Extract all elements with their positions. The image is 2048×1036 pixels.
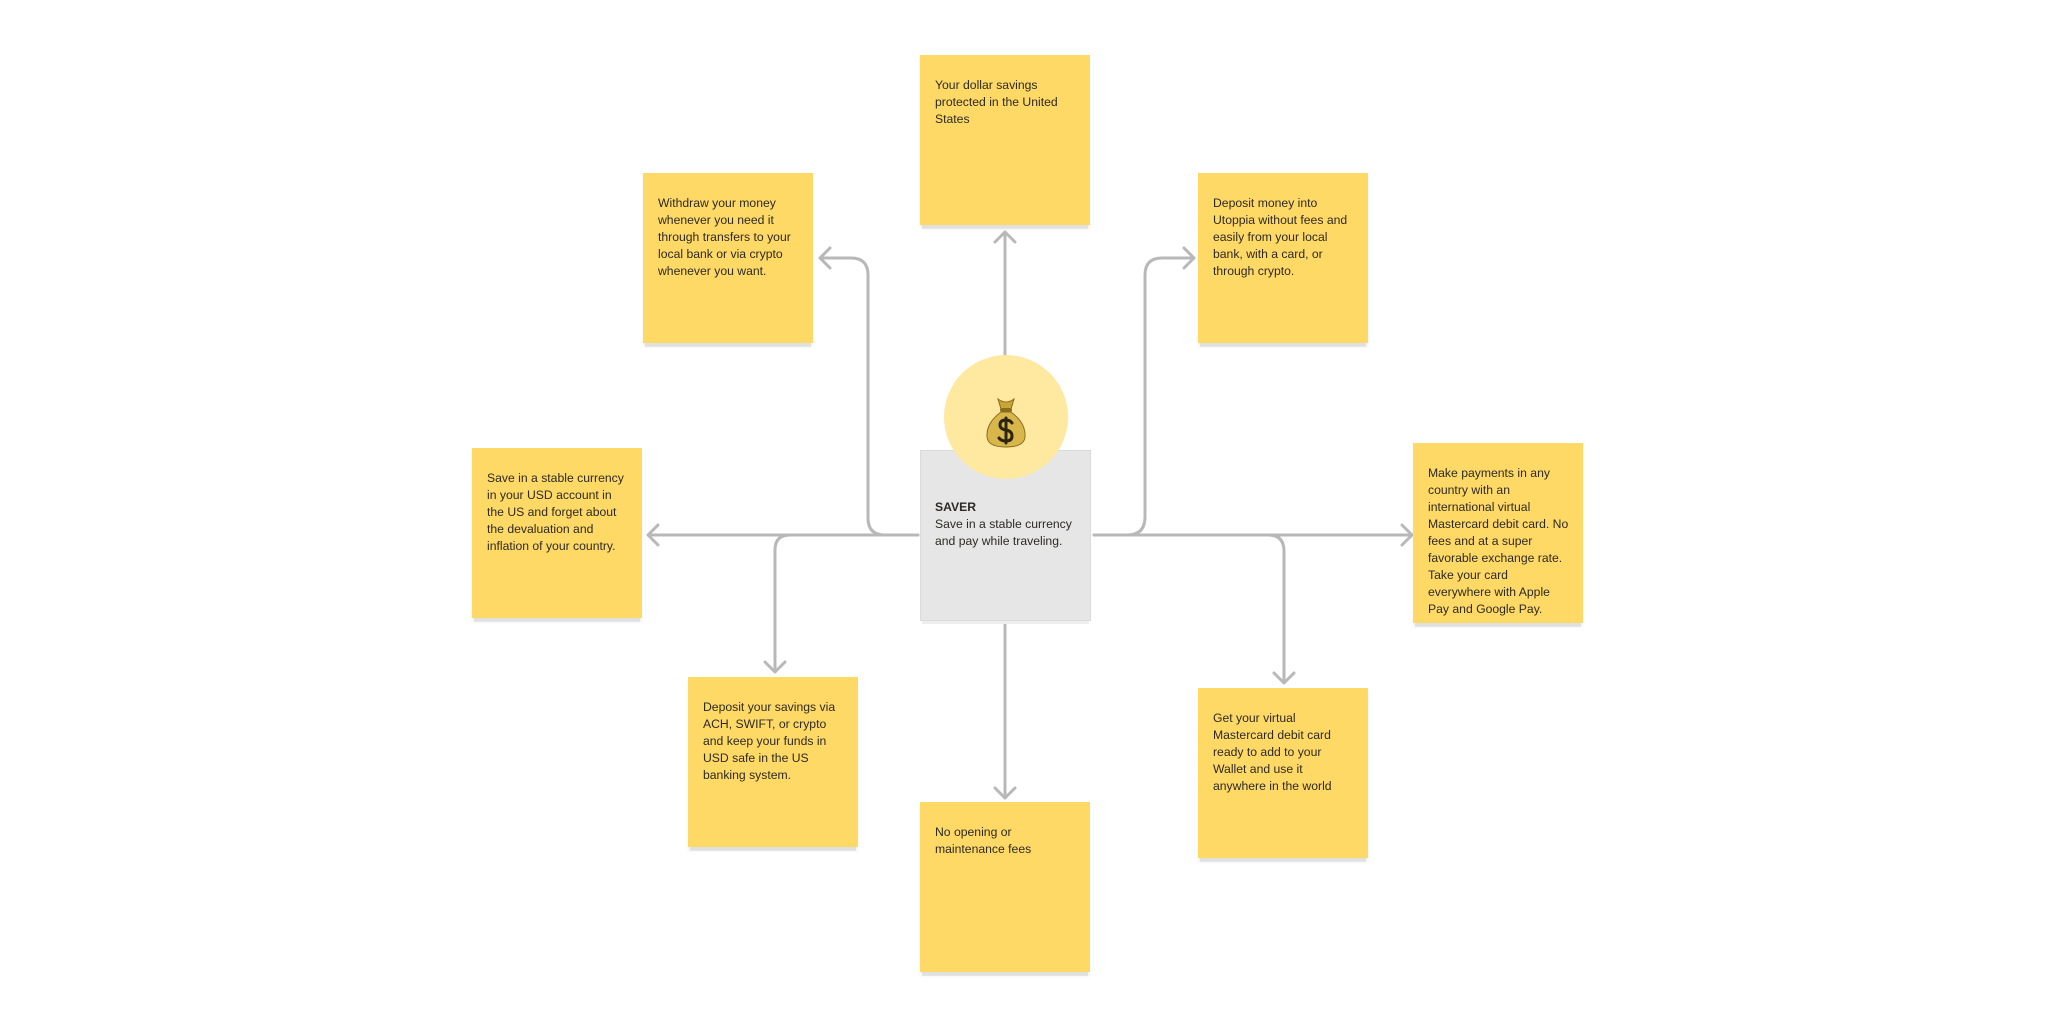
sticky-note-top[interactable]: Your dollar savings protected in the Uni…: [920, 55, 1090, 225]
sticky-text: Deposit money into Utoppia without fees …: [1213, 196, 1348, 278]
sticky-note-top-right[interactable]: Deposit money into Utoppia without fees …: [1198, 173, 1368, 343]
connector-to-bottom[interactable]: [993, 621, 1017, 800]
sticky-text: Get your virtual Mastercard debit card r…: [1213, 711, 1332, 793]
sticky-note-left[interactable]: Save in a stable currency in your USD ac…: [472, 448, 642, 618]
sticky-text: Save in a stable currency in your USD ac…: [487, 471, 624, 553]
sticky-note-bottom-left[interactable]: Deposit your savings via ACH, SWIFT, or …: [688, 677, 858, 847]
sticky-note-bottom[interactable]: No opening or maintenance fees: [920, 802, 1090, 972]
connector-to-top-left[interactable]: [818, 246, 920, 537]
sticky-text: Deposit your savings via ACH, SWIFT, or …: [703, 700, 836, 782]
sticky-text: Make payments in any country with an int…: [1428, 466, 1569, 616]
whiteboard-canvas[interactable]: Your dollar savings protected in the Uni…: [0, 0, 2048, 1036]
connector-to-bottom-right[interactable]: [1258, 533, 1296, 685]
money-bag-icon: [984, 393, 1028, 449]
sticky-note-top-left[interactable]: Withdraw your money whenever you need it…: [643, 173, 813, 343]
persona-badge: [944, 355, 1068, 479]
sticky-text: Your dollar savings protected in the Uni…: [935, 78, 1058, 126]
connector-to-bottom-left[interactable]: [763, 533, 802, 674]
sticky-text: No opening or maintenance fees: [935, 825, 1032, 856]
sticky-note-right[interactable]: Make payments in any country with an int…: [1413, 443, 1583, 623]
persona-description: Save in a stable currency and pay while …: [935, 517, 1072, 548]
persona-title: SAVER: [935, 500, 977, 514]
sticky-text: Withdraw your money whenever you need it…: [658, 196, 791, 278]
connector-to-top-right[interactable]: [1092, 246, 1196, 537]
sticky-note-bottom-right[interactable]: Get your virtual Mastercard debit card r…: [1198, 688, 1368, 858]
